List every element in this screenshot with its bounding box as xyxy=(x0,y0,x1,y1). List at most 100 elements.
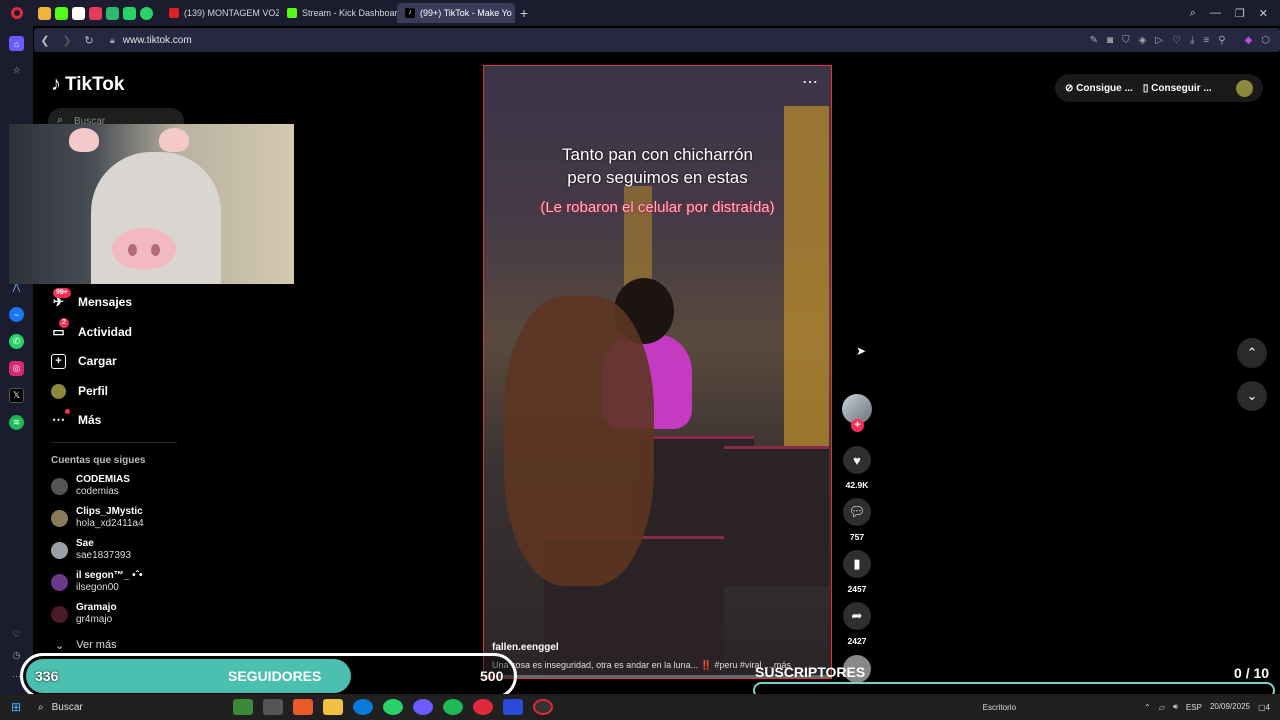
comment-action[interactable]: 💬︎ 757 xyxy=(843,498,871,542)
close-icon[interactable]: ✕ xyxy=(1259,7,1268,20)
file-explorer-icon[interactable] xyxy=(323,699,343,715)
aria-icon[interactable]: ◆ xyxy=(1245,35,1253,46)
comment-icon[interactable]: 💬︎ xyxy=(843,498,871,526)
edit-icon[interactable]: ✎ xyxy=(1090,35,1098,46)
minimize-icon[interactable]: — xyxy=(1210,7,1221,19)
clock[interactable]: 20/09/2025 xyxy=(1210,702,1250,712)
video-caption-red: (Le robaron el celular por distraída) xyxy=(540,199,775,216)
get-app-button[interactable]: ▯ Conseguir ... xyxy=(1143,83,1212,94)
cube-icon[interactable]: ⬡ xyxy=(1261,35,1270,46)
nav-label: Mensajes xyxy=(78,295,133,309)
volume-icon[interactable]: 🔊︎ xyxy=(1173,702,1178,712)
search-icon[interactable]: ⌕ xyxy=(1190,7,1196,20)
avatar xyxy=(51,477,68,495)
pinned-tab-icon[interactable] xyxy=(123,6,136,20)
star-icon[interactable]: ☆ xyxy=(9,63,24,78)
windows-taskbar: ⊞ ⌕ Buscar Escritorio ⌃ ▱ 🔊︎ ESP 20/09/2… xyxy=(0,694,1280,720)
edge-icon[interactable] xyxy=(353,699,373,715)
tab-youtube[interactable]: (139) MONTAGEM VOZES xyxy=(161,3,279,23)
following-handle: hola_xd2411a4 xyxy=(76,518,144,529)
heart-icon[interactable]: ♡ xyxy=(1172,35,1181,46)
follow-plus-button[interactable]: + xyxy=(851,419,864,432)
whatsapp-icon[interactable]: ✆ xyxy=(9,334,24,349)
pinned-tab-icon[interactable] xyxy=(106,6,119,20)
pinned-tab-icon[interactable] xyxy=(89,6,102,20)
desktop-label[interactable]: Escritorio xyxy=(983,703,1016,712)
pinned-tab-icon[interactable] xyxy=(72,6,85,20)
whatsapp-tab-icon[interactable] xyxy=(140,6,153,20)
play-icon[interactable]: ▷ xyxy=(1155,35,1163,46)
history-icon[interactable]: ◷ xyxy=(9,648,24,663)
pinned-tab-icon[interactable] xyxy=(38,6,51,20)
taskbar-app-icon[interactable] xyxy=(503,699,523,715)
taskbar-app-icon[interactable] xyxy=(233,699,253,715)
next-video-button[interactable]: ⌄ xyxy=(1237,381,1267,411)
heart-icon[interactable]: ♡ xyxy=(9,627,24,642)
spotify-icon[interactable] xyxy=(443,699,463,715)
more-icon[interactable]: ⋯ xyxy=(802,72,819,92)
taskbar-app-icon[interactable] xyxy=(293,699,313,715)
nav-item-profile[interactable]: Perfil xyxy=(51,380,108,402)
windows-start-icon[interactable]: ⊞ xyxy=(0,700,32,714)
instagram-icon[interactable]: ◎ xyxy=(9,361,24,376)
menu-icon[interactable]: ≡ xyxy=(1203,35,1209,46)
spotify-icon[interactable]: ≋ xyxy=(9,415,24,430)
nav-item-messages[interactable]: ✈ 99+ Mensajes xyxy=(51,287,133,313)
vpn-icon[interactable]: ◈ xyxy=(1139,35,1147,46)
opera-icon[interactable] xyxy=(473,699,493,715)
whatsapp-icon[interactable] xyxy=(383,699,403,715)
opera-logo-icon[interactable] xyxy=(0,0,34,26)
bookmark-icon[interactable]: ▮ xyxy=(843,550,871,578)
camera-icon[interactable]: ◙ xyxy=(1107,35,1113,46)
shield-icon[interactable]: ⛉ xyxy=(1122,35,1130,46)
save-action[interactable]: ▮ 2457 xyxy=(843,550,871,594)
discord-icon[interactable] xyxy=(413,699,433,715)
logo-text: TikTok xyxy=(65,73,125,95)
new-tab-button[interactable]: + xyxy=(515,4,533,22)
maximize-icon[interactable]: ❐ xyxy=(1235,7,1245,20)
share-action[interactable]: ➦ 2427 xyxy=(843,602,871,646)
obs-icon[interactable] xyxy=(533,699,553,715)
notification-icon[interactable]: ▢4 xyxy=(1258,703,1270,712)
forward-icon[interactable]: ❯ xyxy=(56,34,78,47)
network-icon[interactable]: ▱ xyxy=(1159,703,1165,712)
back-icon[interactable]: ❮ xyxy=(34,34,56,47)
video-player[interactable]: ⋯ Tanto pan con chicharrón pero seguimos… xyxy=(483,65,832,679)
prev-video-button[interactable]: ⌃ xyxy=(1237,338,1267,368)
avatar[interactable] xyxy=(1236,79,1253,97)
subs-counter: 0 / 10 xyxy=(1234,665,1269,681)
heart-icon[interactable]: ♥ xyxy=(843,446,871,474)
see-more-link[interactable]: ⌄ Ver más xyxy=(55,639,117,652)
nav-item-upload[interactable]: + Cargar xyxy=(51,350,117,372)
following-item[interactable]: il segon™_ •ˆ• ilsegon00 xyxy=(51,568,142,596)
url-field[interactable]: 🔒︎ www.tiktok.com xyxy=(110,35,192,46)
youtube-icon xyxy=(169,8,179,18)
pig-ear xyxy=(69,128,99,152)
tiktok-logo[interactable]: ♪ TikTok xyxy=(51,73,124,96)
following-item[interactable]: Gramajo gr4majo xyxy=(51,600,117,628)
like-action[interactable]: ♥ 42.9K xyxy=(843,446,871,490)
following-name: Sae xyxy=(76,538,94,549)
video-author[interactable]: fallen.eenggel xyxy=(492,642,559,653)
tab-kick[interactable]: Stream - Kick Dashboard xyxy=(279,3,397,23)
nav-item-more[interactable]: ⋯ Más xyxy=(51,408,101,431)
user-icon[interactable]: ⚲ xyxy=(1218,35,1225,46)
share-icon[interactable]: ➦ xyxy=(843,602,871,630)
reload-icon[interactable]: ↻ xyxy=(78,34,100,47)
taskbar-search[interactable]: ⌕ Buscar xyxy=(32,702,228,713)
pinned-tab-icon[interactable] xyxy=(55,6,68,20)
chevron-up-icon[interactable]: ⌃ xyxy=(1144,703,1151,712)
task-view-icon[interactable] xyxy=(263,699,283,715)
nav-label: Actividad xyxy=(78,325,133,339)
home-icon[interactable]: ⌂ xyxy=(9,36,24,51)
download-icon[interactable]: ⤓ xyxy=(1190,35,1194,46)
messenger-icon[interactable]: ~ xyxy=(9,307,24,322)
x-icon[interactable]: 𝕏 xyxy=(9,388,24,403)
language-indicator[interactable]: ESP xyxy=(1186,703,1202,712)
following-item[interactable]: CODEMIAS codemias xyxy=(51,472,130,500)
following-item[interactable]: Sae sae1837393 xyxy=(51,536,131,564)
get-coins-button[interactable]: ⊘ Consigue ... xyxy=(1065,83,1133,94)
nav-item-activity[interactable]: ▭ 2 Actividad xyxy=(51,317,133,343)
tab-tiktok[interactable]: ♪ (99+) TikTok - Make Yo xyxy=(397,3,515,23)
following-item[interactable]: Clips_JMystic hola_xd2411a4 xyxy=(51,504,144,532)
